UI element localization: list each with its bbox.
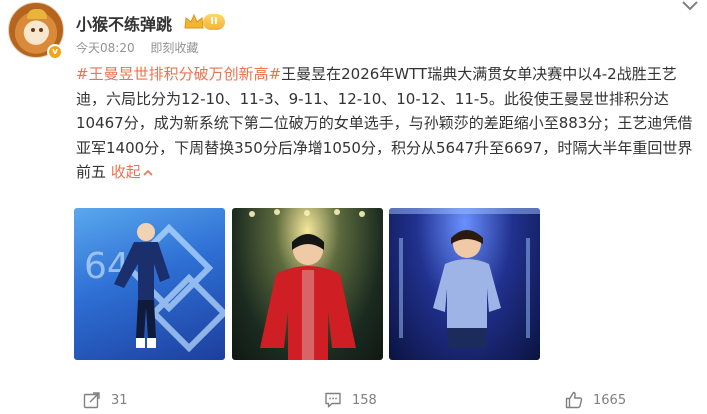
- topic-link[interactable]: #王曼昱世排积分破万创新高#: [76, 65, 281, 83]
- verified-badge: v: [47, 44, 63, 60]
- avatar-hat: [27, 9, 47, 19]
- avatar-eye: [39, 28, 43, 32]
- post-image-3[interactable]: [389, 208, 540, 360]
- like-icon: [565, 391, 583, 409]
- post-image-2[interactable]: [232, 208, 383, 360]
- player-photo-1: 64: [84, 223, 225, 353]
- chevron-up-icon[interactable]: [142, 168, 154, 178]
- post-meta: 今天08:20 即刻收藏: [76, 39, 198, 56]
- avatar-eye: [31, 28, 35, 32]
- share-icon: [83, 392, 100, 409]
- post-image-1[interactable]: 64: [74, 208, 225, 360]
- comment-count: 158: [352, 392, 377, 408]
- username[interactable]: 小猴不练弹跳: [76, 11, 172, 35]
- collapse-button[interactable]: 收起: [111, 163, 154, 181]
- share-count: 31: [111, 392, 128, 408]
- player-photo-3: [389, 208, 540, 348]
- post-time[interactable]: 今天08:20: [76, 41, 135, 55]
- crown-icon: [184, 13, 204, 29]
- comment-icon: [325, 392, 341, 408]
- avatar-face: [25, 21, 49, 43]
- comment-button[interactable]: 158: [324, 388, 377, 412]
- level-badge[interactable]: II: [203, 14, 225, 30]
- share-button[interactable]: 31: [83, 388, 128, 412]
- like-count: 1665: [593, 392, 627, 408]
- post-content: #王曼昱世排积分破万创新高#王曼昱在2026年WTT瑞典大满贯女单决赛中以4-2…: [76, 62, 701, 185]
- like-button[interactable]: 1665: [565, 388, 626, 412]
- post-source[interactable]: 即刻收藏: [150, 41, 198, 55]
- collapse-label[interactable]: 收起: [111, 163, 141, 181]
- chevron-down-icon[interactable]: [681, 0, 699, 12]
- player-photo-2: [249, 209, 365, 360]
- action-bar: 31 158 1665: [0, 388, 707, 412]
